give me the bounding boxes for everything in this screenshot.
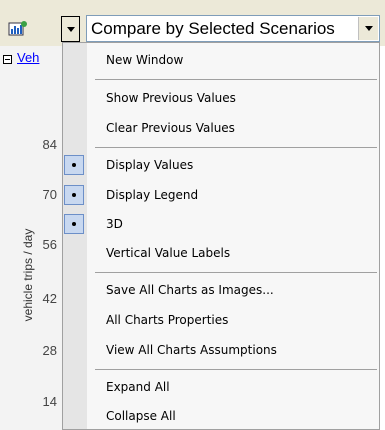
menu-item-expand-all[interactable]: Expand All bbox=[63, 376, 379, 400]
menu-item-label: Collapse All bbox=[106, 409, 176, 423]
menu-item-view-all-charts-assumptions[interactable]: View All Charts Assumptions bbox=[63, 339, 379, 363]
menu-separator bbox=[95, 272, 377, 273]
menu-item-label: Expand All bbox=[106, 380, 170, 394]
menu-item-label: View All Charts Assumptions bbox=[106, 343, 277, 357]
y-tick: 70 bbox=[42, 187, 57, 202]
menu-item-vertical-value-labels[interactable]: Vertical Value Labels bbox=[63, 242, 379, 266]
context-menu: New Window Show Previous Values Clear Pr… bbox=[62, 42, 380, 430]
chart-link[interactable]: Veh bbox=[17, 50, 39, 65]
menu-item-display-values[interactable]: Display Values bbox=[63, 154, 379, 178]
menu-item-label: 3D bbox=[106, 217, 123, 231]
menu-item-label: Vertical Value Labels bbox=[106, 246, 231, 260]
chart-settings-icon[interactable] bbox=[5, 19, 31, 39]
checkmark-icon bbox=[64, 155, 84, 175]
menu-item-new-window[interactable]: New Window bbox=[63, 49, 379, 73]
menu-item-collapse-all[interactable]: Collapse All bbox=[63, 405, 379, 429]
chevron-down-icon[interactable] bbox=[61, 16, 80, 42]
select-arrow-icon[interactable] bbox=[358, 17, 378, 40]
scenario-select[interactable]: Compare by Selected Scenarios bbox=[86, 15, 380, 42]
menu-separator bbox=[95, 147, 377, 148]
menu-item-label: Display Legend bbox=[106, 188, 199, 202]
menu-item-save-all-charts[interactable]: Save All Charts as Images... bbox=[63, 279, 379, 303]
menu-item-label: Clear Previous Values bbox=[106, 121, 235, 135]
menu-item-label: Display Values bbox=[106, 158, 194, 172]
menu-item-label: Save All Charts as Images... bbox=[106, 283, 274, 297]
toolbar: Compare by Selected Scenarios bbox=[0, 0, 385, 46]
y-tick: 84 bbox=[42, 137, 57, 152]
menu-item-label: Show Previous Values bbox=[106, 91, 236, 105]
scenario-select-value: Compare by Selected Scenarios bbox=[91, 19, 335, 38]
menu-item-clear-previous-values[interactable]: Clear Previous Values bbox=[63, 117, 379, 141]
collapse-toggle[interactable] bbox=[3, 55, 12, 64]
menu-item-label: All Charts Properties bbox=[106, 313, 229, 327]
checkmark-icon bbox=[64, 185, 84, 205]
checkmark-icon bbox=[64, 214, 84, 234]
menu-separator bbox=[95, 79, 377, 80]
menu-item-show-previous-values[interactable]: Show Previous Values bbox=[63, 87, 379, 111]
y-tick: 14 bbox=[42, 394, 57, 409]
menu-item-3d[interactable]: 3D bbox=[63, 213, 379, 237]
y-tick: 28 bbox=[42, 343, 57, 358]
menu-separator bbox=[95, 369, 377, 370]
menu-item-label: New Window bbox=[106, 53, 184, 67]
menu-item-display-legend[interactable]: Display Legend bbox=[63, 184, 379, 208]
y-axis-label: vehicle trips / day bbox=[21, 228, 35, 322]
menu-item-all-charts-properties[interactable]: All Charts Properties bbox=[63, 309, 379, 333]
